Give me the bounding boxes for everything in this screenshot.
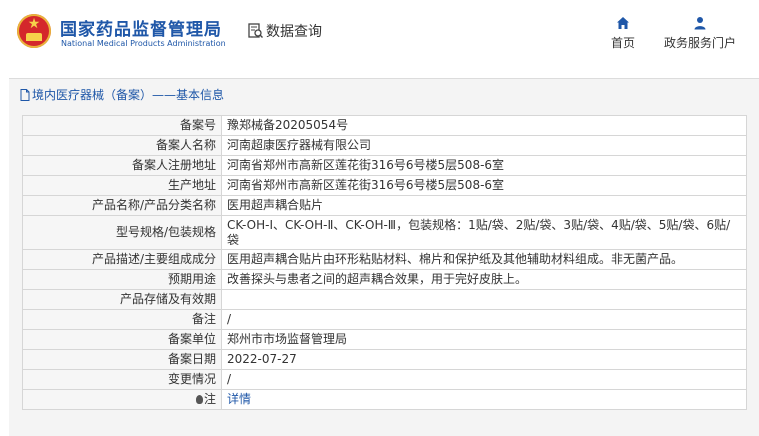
field-label: 备案单位 (22, 329, 222, 350)
record-info-table: 备案号 豫郑械备20205054号 备案人名称 河南超康医疗器械有限公司 备案人… (22, 115, 747, 410)
table-row: 备案人注册地址 河南省郑州市高新区莲花街316号6号楼5层508-6室 (22, 155, 747, 176)
field-value (221, 289, 747, 310)
field-value: 河南省郑州市高新区莲花街316号6号楼5层508-6室 (221, 175, 747, 196)
bulb-icon (195, 395, 203, 404)
field-value: 改善探头与患者之间的超声耦合效果，用于完好皮肤上。 (221, 269, 747, 290)
data-query-icon (248, 23, 263, 38)
national-emblem-logo: ★ (17, 14, 51, 48)
table-row: 备案人名称 河南超康医疗器械有限公司 (22, 135, 747, 156)
field-label: 型号规格/包装规格 (22, 215, 222, 250)
field-value: 豫郑械备20205054号 (221, 115, 747, 136)
field-label: 备案人名称 (22, 135, 222, 156)
table-row: 型号规格/包装规格 CK-OH-Ⅰ、CK-OH-Ⅱ、CK-OH-Ⅲ，包装规格：1… (22, 215, 747, 250)
table-row: 备案单位 郑州市市场监督管理局 (22, 329, 747, 350)
document-icon (20, 88, 30, 101)
home-icon (617, 17, 629, 29)
table-row: 备案日期 2022-07-27 (22, 349, 747, 370)
details-link[interactable]: 详情 (227, 392, 251, 406)
field-label: 备案号 (22, 115, 222, 136)
table-row: 变更情况 / (22, 369, 747, 390)
table-row: 产品描述/主要组成成分 医用超声耦合贴片由环形粘贴材料、棉片和保护纸及其他辅助材… (22, 249, 747, 270)
table-row: 注 详情 (22, 389, 747, 410)
user-icon (694, 17, 706, 30)
note-label-cell: 注 (22, 389, 222, 410)
field-value: 郑州市市场监督管理局 (221, 329, 747, 350)
field-label: 备注 (22, 309, 222, 330)
field-value: / (221, 309, 747, 330)
field-value: 河南省郑州市高新区莲花街316号6号楼5层508-6室 (221, 155, 747, 176)
table-row: 生产地址 河南省郑州市高新区莲花街316号6号楼5层508-6室 (22, 175, 747, 196)
field-label: 注 (203, 392, 216, 406)
field-label: 产品存储及有效期 (22, 289, 222, 310)
field-value: 医用超声耦合贴片 (221, 195, 747, 216)
brand-title-cn[interactable]: 国家药品监督管理局 (60, 15, 222, 40)
field-label: 预期用途 (22, 269, 222, 290)
breadcrumb: 境内医疗器械（备案）——基本信息 (20, 86, 224, 103)
field-value: 2022-07-27 (221, 349, 747, 370)
field-label: 产品名称/产品分类名称 (22, 195, 222, 216)
table-row: 产品名称/产品分类名称 医用超声耦合贴片 (22, 195, 747, 216)
brand-title-en: National Medical Products Administration (61, 39, 226, 48)
nav-home-label: 首页 (610, 36, 635, 50)
site-header: ★ 国家药品监督管理局 National Medical Products Ad… (0, 0, 759, 78)
nav-service-portal[interactable]: 政务服务门户 (657, 16, 743, 51)
table-row: 备案号 豫郑械备20205054号 (22, 115, 747, 136)
data-query-link[interactable]: 数据查询 (248, 21, 322, 41)
nav-home[interactable]: 首页 (605, 16, 641, 51)
field-label: 生产地址 (22, 175, 222, 196)
field-value: / (221, 369, 747, 390)
data-query-label: 数据查询 (266, 24, 322, 40)
field-value: 医用超声耦合贴片由环形粘贴材料、棉片和保护纸及其他辅助材料组成。非无菌产品。 (221, 249, 747, 270)
field-label: 备案日期 (22, 349, 222, 370)
field-value: 河南超康医疗器械有限公司 (221, 135, 747, 156)
breadcrumb-text: 境内医疗器械（备案）——基本信息 (32, 88, 225, 102)
nav-service-label: 政务服务门户 (663, 36, 736, 50)
table-row: 备注 / (22, 309, 747, 330)
field-label: 产品描述/主要组成成分 (22, 249, 222, 270)
table-row: 产品存储及有效期 (22, 289, 747, 310)
field-label: 备案人注册地址 (22, 155, 222, 176)
field-value: CK-OH-Ⅰ、CK-OH-Ⅱ、CK-OH-Ⅲ，包装规格：1贴/袋、2贴/袋、3… (221, 215, 747, 250)
table-row: 预期用途 改善探头与患者之间的超声耦合效果，用于完好皮肤上。 (22, 269, 747, 290)
field-value: 详情 (221, 389, 747, 410)
field-label: 变更情况 (22, 369, 222, 390)
